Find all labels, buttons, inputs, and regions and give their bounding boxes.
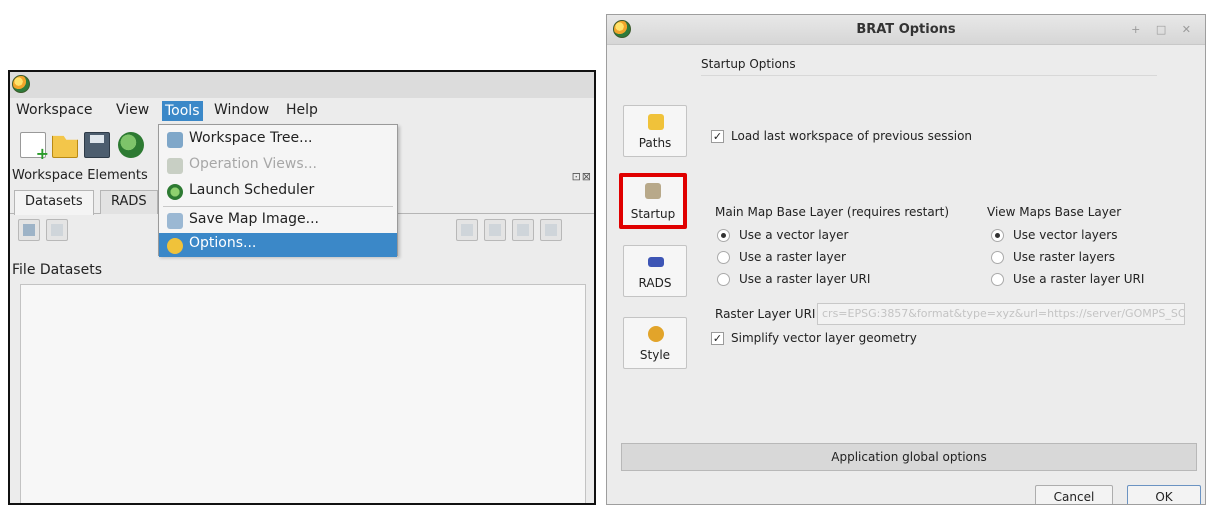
- move-up-icon[interactable]: [512, 219, 534, 241]
- radio-selected-icon: [991, 229, 1004, 242]
- radio-icon: [717, 251, 730, 264]
- menu-bar: Workspace View Tools Window Help: [10, 98, 594, 124]
- ok-button[interactable]: OK: [1127, 485, 1201, 504]
- menu-item-save-map-image[interactable]: Save Map Image...: [159, 208, 397, 234]
- sidebar-paths-button[interactable]: Paths: [623, 105, 687, 157]
- raster-uri-field[interactable]: crs=EPSG:3857&format&type=xyz&url=https:…: [817, 303, 1185, 325]
- brat-options-dialog: BRAT Options + □ ✕ Startup Options Paths…: [606, 14, 1206, 505]
- checkmark-icon: ✓: [711, 130, 724, 143]
- dialog-titlebar: BRAT Options + □ ✕: [607, 15, 1205, 45]
- tools-icon: [645, 183, 661, 199]
- panel-title: Workspace Elements: [12, 168, 148, 183]
- radio-icon: [991, 273, 1004, 286]
- menu-item-operation-views: Operation Views...: [159, 153, 397, 179]
- app-logo-icon: [12, 75, 30, 93]
- menu-view[interactable]: View: [116, 102, 149, 118]
- map-image-icon: [167, 213, 183, 229]
- cancel-button[interactable]: Cancel: [1035, 485, 1113, 504]
- section-divider: [701, 75, 1157, 76]
- menu-item-options[interactable]: Options...: [159, 233, 397, 257]
- gear-icon: [167, 238, 183, 254]
- section-title: Startup Options: [701, 57, 796, 71]
- views-icon: [167, 158, 183, 174]
- style-icon: [648, 326, 664, 342]
- remove-file-icon[interactable]: [484, 219, 506, 241]
- file-datasets-list[interactable]: [20, 284, 586, 503]
- rads-icon: [648, 257, 664, 267]
- tools-menu: Workspace Tree... Operation Views... Lau…: [158, 124, 398, 257]
- tree-icon: [167, 132, 183, 148]
- menu-separator: [163, 206, 393, 207]
- menu-workspace[interactable]: Workspace: [16, 102, 93, 118]
- radio-icon: [717, 273, 730, 286]
- add-file-icon[interactable]: [456, 219, 478, 241]
- new-workspace-icon[interactable]: [20, 132, 49, 163]
- remove-dataset-icon[interactable]: [46, 219, 68, 241]
- dialog-title: BRAT Options: [856, 22, 956, 37]
- tab-datasets[interactable]: Datasets: [14, 190, 94, 215]
- checkmark-icon: ✓: [711, 332, 724, 345]
- menu-window[interactable]: Window: [214, 102, 269, 118]
- main-map-heading: Main Map Base Layer (requires restart): [715, 205, 949, 219]
- scheduler-icon[interactable]: [118, 132, 144, 158]
- open-folder-icon[interactable]: [52, 135, 78, 158]
- radio-icon: [991, 251, 1004, 264]
- menu-item-launch-scheduler[interactable]: Launch Scheduler: [159, 179, 397, 205]
- main-titlebar: [10, 72, 594, 98]
- menu-tools[interactable]: Tools: [162, 101, 203, 121]
- view-maps-heading: View Maps Base Layer: [987, 205, 1122, 219]
- add-dataset-icon[interactable]: [18, 219, 40, 241]
- move-down-icon[interactable]: [540, 219, 562, 241]
- menu-item-workspace-tree[interactable]: Workspace Tree...: [159, 127, 397, 153]
- menu-help[interactable]: Help: [286, 102, 318, 118]
- global-options-bar: Application global options: [621, 443, 1197, 471]
- scheduler-icon: [167, 184, 183, 200]
- radio-selected-icon: [717, 229, 730, 242]
- sidebar-rads-button[interactable]: RADS: [623, 245, 687, 297]
- raster-uri-label: Raster Layer URI: [715, 307, 816, 321]
- panel-float-close-icon[interactable]: ⊡⊠: [572, 170, 592, 183]
- folder-icon: [648, 114, 664, 130]
- sidebar-style-button[interactable]: Style: [623, 317, 687, 369]
- file-datasets-label: File Datasets: [12, 262, 102, 278]
- window-controls-icon[interactable]: + □ ✕: [1131, 23, 1197, 36]
- tab-rads[interactable]: RADS: [100, 190, 158, 214]
- save-icon[interactable]: [84, 132, 110, 158]
- sidebar-startup-button[interactable]: Startup: [619, 173, 687, 229]
